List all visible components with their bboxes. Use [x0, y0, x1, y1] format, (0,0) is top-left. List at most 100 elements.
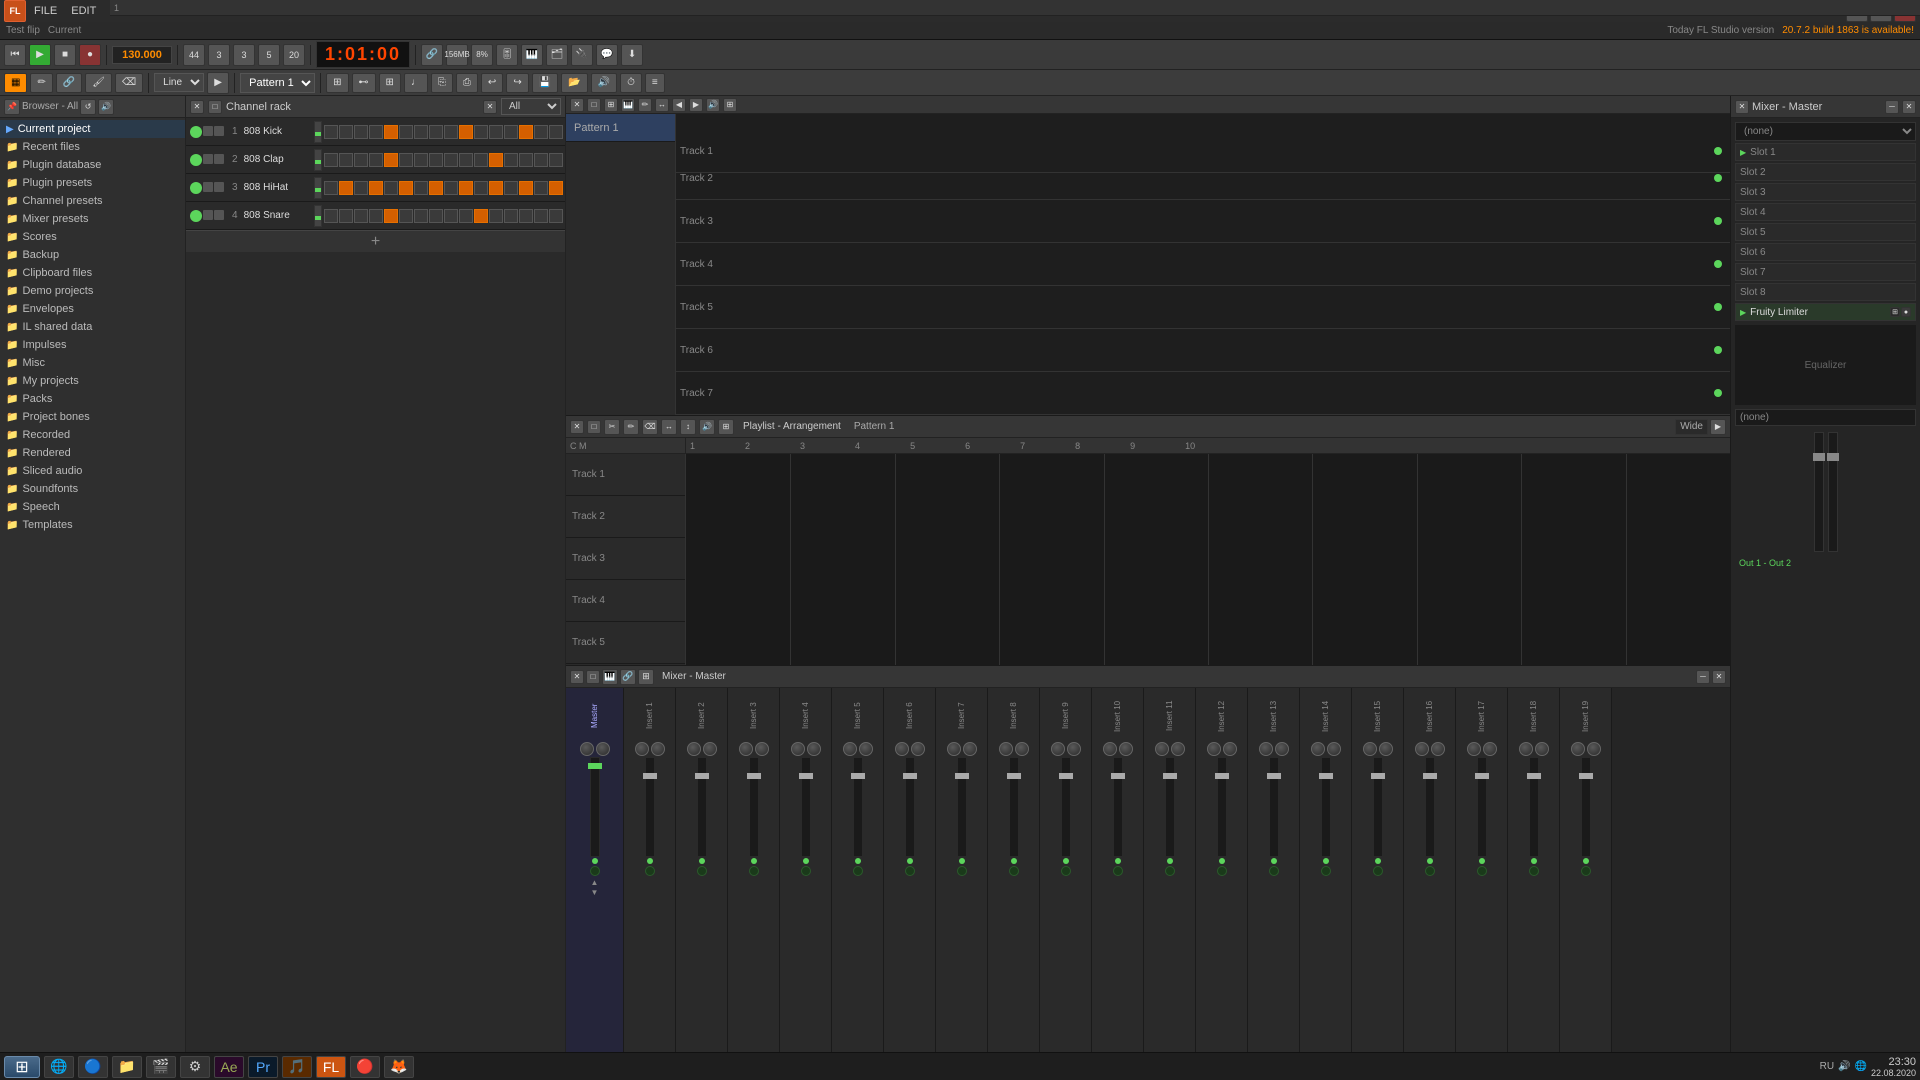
record-btn[interactable]: ● [79, 44, 101, 66]
mx-insert16-vol[interactable] [1425, 757, 1435, 857]
mx-insert10-send[interactable] [1113, 866, 1123, 876]
cr-ch1-pad-7[interactable] [414, 125, 428, 139]
mx-eq-btn[interactable]: ⊞ [638, 669, 654, 685]
cr-ch2-name[interactable]: 808 Clap [244, 154, 313, 165]
rp-close-x[interactable]: ✕ [1902, 100, 1916, 114]
cr-ch3-pad-13[interactable] [504, 181, 518, 195]
cr-ch2-fader[interactable] [314, 149, 322, 171]
cr-close-x[interactable]: ✕ [483, 100, 497, 114]
rp-none-select[interactable]: (none) [1735, 122, 1916, 141]
browser-item-scores[interactable]: 📁 Scores [0, 228, 185, 246]
cr-ch1-pad-11[interactable] [474, 125, 488, 139]
pl-tools4[interactable]: ↔ [661, 419, 677, 435]
browser-item-rendered[interactable]: 📁 Rendered [0, 444, 185, 462]
cr-ch4-pad-13[interactable] [504, 209, 518, 223]
mx-detach-btn[interactable]: □ [586, 670, 600, 684]
dl-btn[interactable]: ⬇ [621, 44, 643, 66]
mx-insert18-pan[interactable] [1535, 742, 1549, 756]
step-3[interactable]: 3 [208, 44, 230, 66]
mx-insert16-pan[interactable] [1431, 742, 1445, 756]
tb2-link-btn[interactable]: ⊷ [352, 73, 376, 93]
pl-tools5[interactable]: ↕ [680, 419, 696, 435]
cr-ch2-mute[interactable] [203, 154, 213, 164]
plugin-btn[interactable]: 🔌 [571, 44, 593, 66]
rp-slot-6[interactable]: Slot 6 [1735, 243, 1916, 261]
pv-detach-btn[interactable]: □ [587, 98, 601, 112]
browser-item-envelopes[interactable]: 📁 Envelopes [0, 300, 185, 318]
mx-insert11-vol[interactable] [1165, 757, 1175, 857]
tb2-undo-btn[interactable]: ↩ [481, 73, 503, 93]
rp-fl-on-btn[interactable]: ● [1901, 307, 1911, 317]
mx-insert13-pan[interactable] [1275, 742, 1289, 756]
browser-item-demo-projects[interactable]: 📁 Demo projects [0, 282, 185, 300]
tb2-draw-btn[interactable]: ✏ [30, 73, 52, 93]
cr-ch4-pad-6[interactable] [399, 209, 413, 223]
mx-insert1-pan[interactable] [651, 742, 665, 756]
taskbar-app-orange[interactable]: 🎵 [282, 1056, 312, 1078]
browser-item-impulses[interactable]: 📁 Impulses [0, 336, 185, 354]
mx-insert17-vol[interactable] [1477, 757, 1487, 857]
step-extra3[interactable]: 20 [283, 44, 305, 66]
browser-item-recorded[interactable]: 📁 Recorded [0, 426, 185, 444]
mx-insert2-knob1[interactable] [687, 742, 701, 756]
taskbar-app-fl[interactable]: FL [316, 1056, 346, 1078]
pv-arrows-btn[interactable]: ↔ [655, 98, 669, 112]
mx-insert17-knob1[interactable] [1467, 742, 1481, 756]
cr-ch1-pad-2[interactable] [339, 125, 353, 139]
rp-slot-3[interactable]: Slot 3 [1735, 183, 1916, 201]
cr-ch4-pad-2[interactable] [339, 209, 353, 223]
cr-ch3-pad-5[interactable] [384, 181, 398, 195]
cr-ch2-pad-14[interactable] [519, 153, 533, 167]
cr-ch4-mute[interactable] [203, 210, 213, 220]
mx-insert4-knob1[interactable] [791, 742, 805, 756]
mx-master-pan-knob[interactable] [596, 742, 610, 756]
mx-master-down-arrow[interactable]: ▼ [590, 887, 600, 897]
taskbar-app-red[interactable]: 🔴 [350, 1056, 380, 1078]
mx-insert12-vol[interactable] [1217, 757, 1227, 857]
rp-slot-1[interactable]: ▶ Slot 1 [1735, 143, 1916, 161]
tb2-notes-btn[interactable]: ♩ [404, 73, 428, 93]
browser-audio-btn[interactable]: 🔊 [98, 99, 114, 115]
pl-nav-btn[interactable]: ▶ [1710, 419, 1726, 435]
cr-ch1-pad-5[interactable] [384, 125, 398, 139]
mx-insert11-send[interactable] [1165, 866, 1175, 876]
mx-link-btn[interactable]: 🔗 [620, 669, 636, 685]
mx-insert12-pan[interactable] [1223, 742, 1237, 756]
mx-insert9-knob1[interactable] [1051, 742, 1065, 756]
rp-fader-right[interactable] [1828, 432, 1838, 552]
cr-ch3-power[interactable] [190, 182, 202, 194]
cr-ch2-pad-9[interactable] [444, 153, 458, 167]
mx-insert5-vol[interactable] [853, 757, 863, 857]
pl-tools3[interactable]: ⌫ [642, 419, 658, 435]
tb2-tempo-btn[interactable]: ⏱ [620, 73, 642, 93]
cr-ch4-pad-11[interactable] [474, 209, 488, 223]
playlist-grid[interactable] [686, 454, 1730, 665]
cr-ch3-pad-9[interactable] [444, 181, 458, 195]
piano-roll-btn[interactable]: 🎹 [521, 44, 543, 66]
mx-insert11-knob1[interactable] [1155, 742, 1169, 756]
cr-filter-select[interactable]: All [501, 98, 561, 115]
mx-insert8-vol[interactable] [1009, 757, 1019, 857]
pl-tools1[interactable]: ✂ [604, 419, 620, 435]
cr-ch3-pad-11[interactable] [474, 181, 488, 195]
mx-insert6-vol[interactable] [905, 757, 915, 857]
tb2-vol-btn[interactable]: 🔊 [591, 73, 617, 93]
cr-ch1-pad-10[interactable] [459, 125, 473, 139]
cr-ch3-solo[interactable] [214, 182, 224, 192]
mx-insert13-vol[interactable] [1269, 757, 1279, 857]
rp-slot-5[interactable]: Slot 5 [1735, 223, 1916, 241]
cr-ch3-pad-6[interactable] [399, 181, 413, 195]
tb2-brush-btn[interactable]: 🖌 [85, 73, 112, 93]
rp-fl-eq-btn[interactable]: ⊞ [1890, 307, 1900, 317]
mx-insert10-vol[interactable] [1113, 757, 1123, 857]
browser-item-clipboard-files[interactable]: 📁 Clipboard files [0, 264, 185, 282]
step-extra2[interactable]: 5 [258, 44, 280, 66]
browser-item-current-project[interactable]: ▶ Current project [0, 120, 185, 138]
taskbar-app-ae[interactable]: Ae [214, 1056, 244, 1078]
pl-tools7[interactable]: ⊞ [718, 419, 734, 435]
cr-ch4-pad-14[interactable] [519, 209, 533, 223]
menu-file[interactable]: FILE [28, 3, 63, 19]
menu-edit[interactable]: EDIT [65, 3, 102, 19]
mx-insert18-knob1[interactable] [1519, 742, 1533, 756]
mx-master-vol-track[interactable] [590, 757, 600, 857]
